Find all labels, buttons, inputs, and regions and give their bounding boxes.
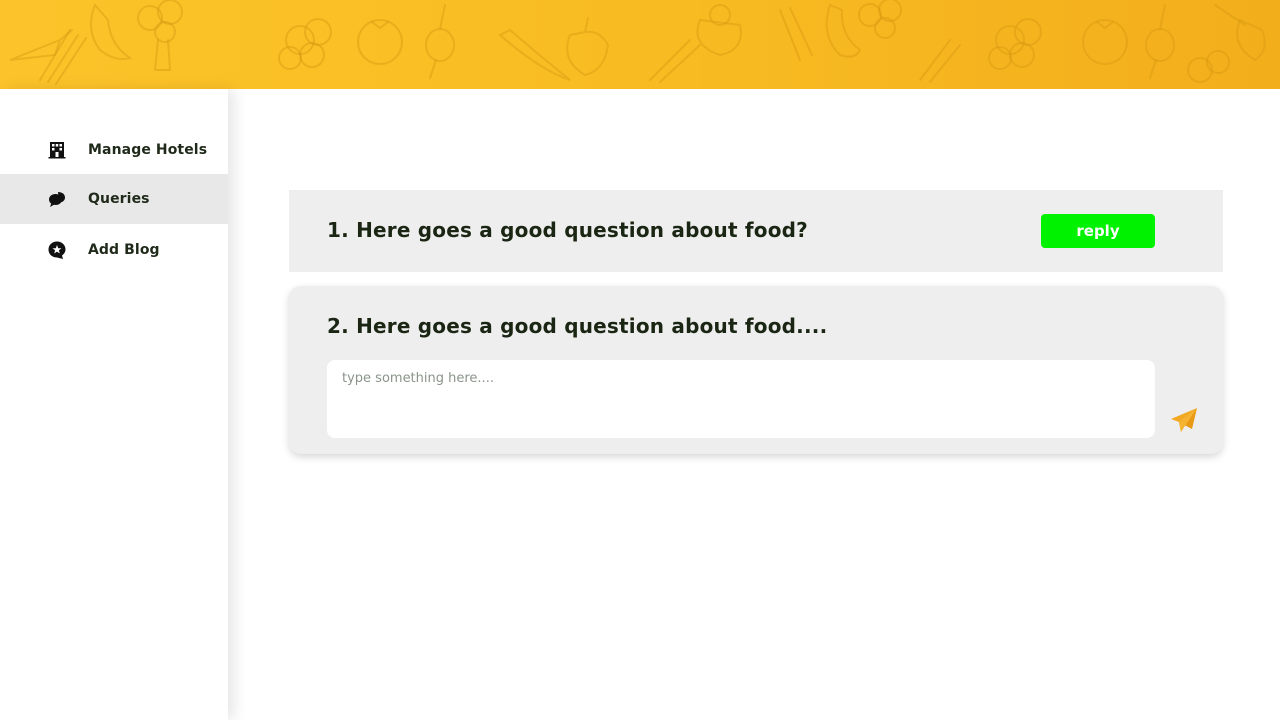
broccoli-icon <box>137 0 183 71</box>
sidebar-item-manage-hotels[interactable]: Manage Hotels <box>0 125 228 175</box>
sidebar-item-add-blog[interactable]: Add Blog <box>0 225 228 275</box>
vegetable-pattern <box>9 0 1266 85</box>
reply-textarea[interactable] <box>327 360 1155 438</box>
cauliflower-icon <box>278 18 332 70</box>
cucumber-icon <box>498 28 571 81</box>
reply-button[interactable]: reply <box>1041 214 1155 248</box>
sidebar: Manage Hotels Queries Add Blog <box>0 89 228 720</box>
chili-icon <box>90 3 133 60</box>
sidebar-item-label: Manage Hotels <box>88 142 208 158</box>
sidebar-item-queries[interactable]: Queries <box>0 174 228 224</box>
query-question: 1. Here goes a good question about food? <box>327 218 808 242</box>
query-question: 2. Here goes a good question about food.… <box>327 314 828 338</box>
send-icon[interactable] <box>1169 405 1199 435</box>
carrot-icon <box>9 29 73 61</box>
sidebar-item-label: Add Blog <box>88 242 160 258</box>
query-card-expanded: 2. Here goes a good question about food.… <box>289 286 1223 454</box>
star-chat-icon <box>48 241 66 259</box>
header-banner <box>0 0 1280 89</box>
sidebar-item-label: Queries <box>88 191 150 207</box>
tomato-icon <box>357 19 403 65</box>
onion-icon <box>425 4 455 79</box>
query-card: 1. Here goes a good question about food?… <box>289 190 1223 272</box>
chat-icon <box>49 192 65 207</box>
pepper-icon <box>566 17 610 77</box>
hotel-icon <box>48 142 66 159</box>
